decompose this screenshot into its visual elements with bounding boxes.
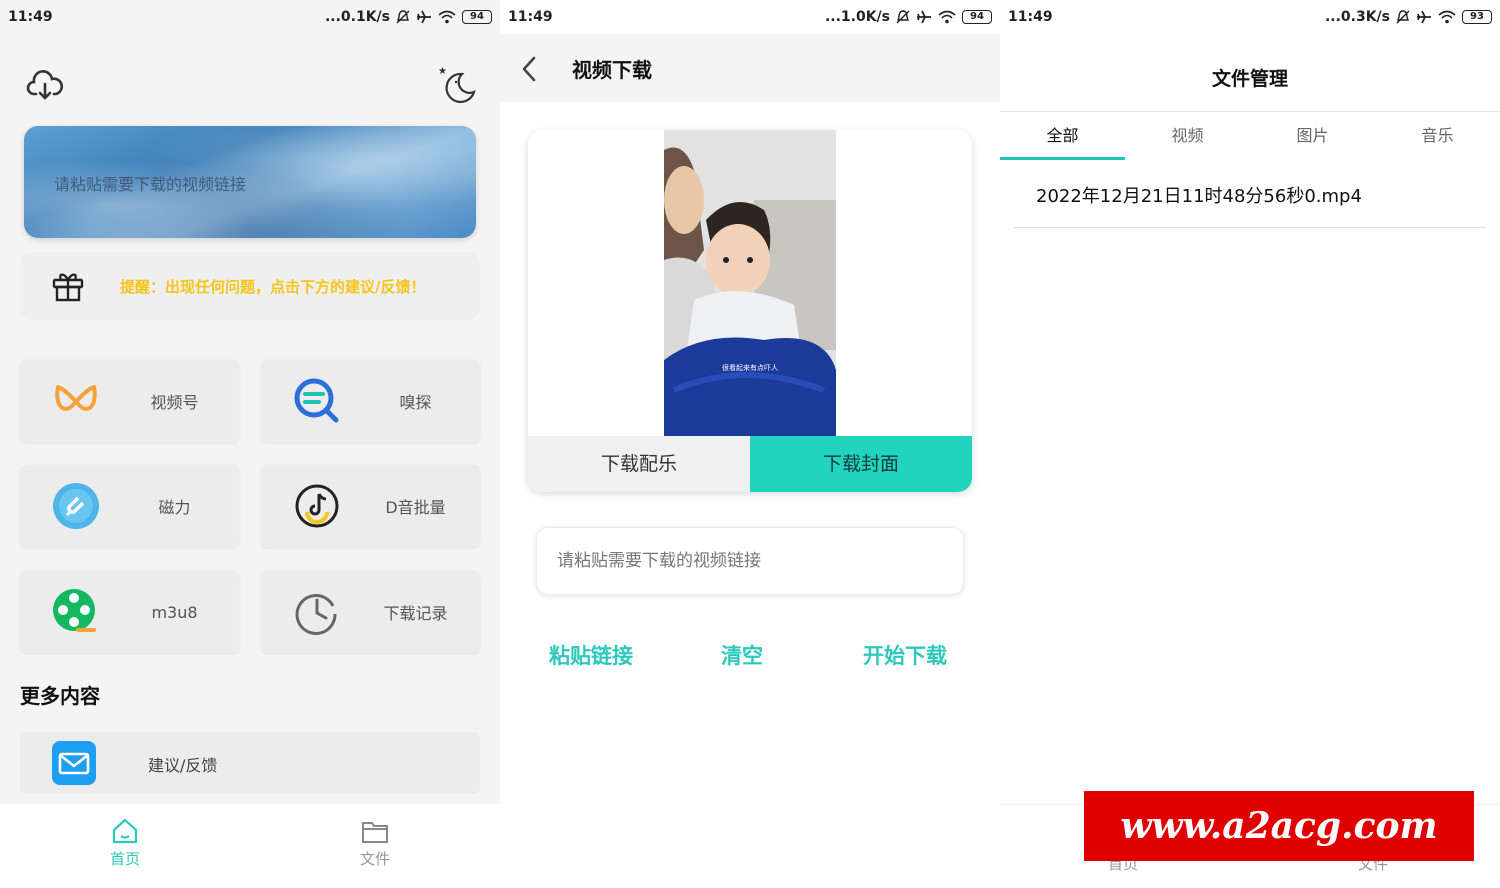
status-time: 11:49 xyxy=(1008,9,1053,25)
search-icon xyxy=(294,378,339,423)
tile-label: 下载记录 xyxy=(383,604,448,623)
tab-music[interactable]: 音乐 xyxy=(1375,112,1500,160)
status-bar: 11:49 ...0.1K/s 94 xyxy=(0,0,500,34)
cloud-download-icon[interactable] xyxy=(26,66,64,104)
magnet-icon xyxy=(53,483,99,529)
mute-icon xyxy=(396,10,410,24)
download-music-button[interactable]: 下载配乐 xyxy=(528,436,750,492)
tile-label: D音批量 xyxy=(385,498,446,517)
link-banner-input[interactable]: 请粘贴需要下载的视频链接 xyxy=(24,126,476,238)
tile-channels[interactable]: 视频号 xyxy=(20,360,239,442)
video-thumbnail[interactable]: 很看起来有点吓人 xyxy=(664,130,836,436)
music-note-icon xyxy=(295,484,339,528)
file-list-item[interactable]: 2022年12月21日11时48分56秒0.mp4 xyxy=(1014,162,1486,228)
video-caption: 很看起来有点吓人 xyxy=(722,363,778,372)
status-bar: 11:49 ...1.0K/s 94 xyxy=(500,0,1000,34)
night-mode-icon[interactable]: ★ xyxy=(436,62,478,104)
film-reel-icon xyxy=(53,589,96,632)
status-time: 11:49 xyxy=(508,9,553,25)
battery-level: 93 xyxy=(1462,10,1492,24)
clear-button[interactable]: 清空 xyxy=(721,640,763,670)
watermark-banner: www.a2acg.com xyxy=(1084,791,1474,861)
nav-files[interactable]: 文件 xyxy=(325,818,425,869)
nav-files-label: 文件 xyxy=(359,850,390,868)
top-bar: 视频下载 xyxy=(500,34,1000,102)
tile-magnet[interactable]: 磁力 xyxy=(20,465,239,547)
tile-label: m3u8 xyxy=(151,602,198,622)
network-speed: ...0.3K/s xyxy=(1324,9,1390,25)
folder-icon xyxy=(362,822,388,843)
tab-images[interactable]: 图片 xyxy=(1250,112,1375,160)
tab-video[interactable]: 视频 xyxy=(1125,112,1250,160)
wave-logo-icon xyxy=(55,385,97,411)
battery-level: 94 xyxy=(462,10,492,24)
tile-m3u8[interactable]: m3u8 xyxy=(20,571,239,653)
file-manager-screen: 11:49 ...0.3K/s 93 文件管理 全部 视频 图片 音乐 2022… xyxy=(1000,0,1500,888)
airplane-icon xyxy=(917,10,931,24)
tab-all[interactable]: 全部 xyxy=(1000,112,1125,160)
tile-sniff[interactable]: 嗅探 xyxy=(261,360,480,442)
nav-home-label: 首页 xyxy=(109,850,140,868)
network-speed: ...1.0K/s xyxy=(824,9,890,25)
back-arrow-icon[interactable] xyxy=(518,54,542,84)
feedback-button[interactable]: 建议/反馈 xyxy=(20,732,480,794)
nav-home[interactable]: 首页 xyxy=(75,818,175,869)
tip-card: 提醒：出现任何问题，点击下方的建议/反馈！ xyxy=(20,252,480,320)
clock-icon xyxy=(295,594,337,635)
home-screen: 11:49 ...0.1K/s 94 ★ 请粘贴需要下载的视频链接 提醒：出现任… xyxy=(0,0,500,888)
mail-icon xyxy=(52,741,96,785)
page-title: 视频下载 xyxy=(572,58,652,82)
status-time: 11:49 xyxy=(8,9,53,25)
feedback-label: 建议/反馈 xyxy=(148,756,218,775)
gift-icon xyxy=(52,273,84,302)
download-cover-button[interactable]: 下载封面 xyxy=(750,436,972,492)
download-screen: 11:49 ...1.0K/s 94 视频下载 很看起来有点吓人 下载配乐 下载… xyxy=(500,0,1000,888)
battery-level: 94 xyxy=(962,10,992,24)
tip-text: 提醒：出现任何问题，点击下方的建议/反馈！ xyxy=(120,277,426,296)
page-title: 文件管理 xyxy=(1211,68,1288,90)
wifi-icon xyxy=(1438,10,1456,24)
svg-text:★: ★ xyxy=(438,66,447,77)
more-content-title: 更多内容 xyxy=(20,684,100,708)
status-bar: 11:49 ...0.3K/s 93 xyxy=(1000,0,1500,34)
airplane-icon xyxy=(1417,10,1431,24)
mute-icon xyxy=(1396,10,1410,24)
airplane-icon xyxy=(417,10,431,24)
video-url-input[interactable] xyxy=(536,527,964,595)
bottom-nav: 首页 文件 xyxy=(0,804,500,888)
network-speed: ...0.1K/s xyxy=(324,9,390,25)
top-bar: 文件管理 xyxy=(1000,40,1500,112)
mute-icon xyxy=(896,10,910,24)
tile-download-history[interactable]: 下载记录 xyxy=(261,571,480,653)
file-name: 2022年12月21日11时48分56秒0.mp4 xyxy=(1036,186,1362,207)
wifi-icon xyxy=(438,10,456,24)
banner-placeholder: 请粘贴需要下载的视频链接 xyxy=(54,175,247,194)
home-icon xyxy=(112,818,138,844)
start-download-button[interactable]: 开始下载 xyxy=(863,640,947,670)
tile-label: 磁力 xyxy=(158,498,191,517)
video-preview-card: 很看起来有点吓人 下载配乐 下载封面 xyxy=(528,130,972,492)
tile-douyin-batch[interactable]: D音批量 xyxy=(261,465,480,547)
paste-link-button[interactable]: 粘贴链接 xyxy=(549,640,633,670)
tile-label: 嗅探 xyxy=(399,393,432,412)
wifi-icon xyxy=(938,10,956,24)
thumbnail-image: 很看起来有点吓人 xyxy=(664,130,836,436)
tile-label: 视频号 xyxy=(150,393,199,412)
